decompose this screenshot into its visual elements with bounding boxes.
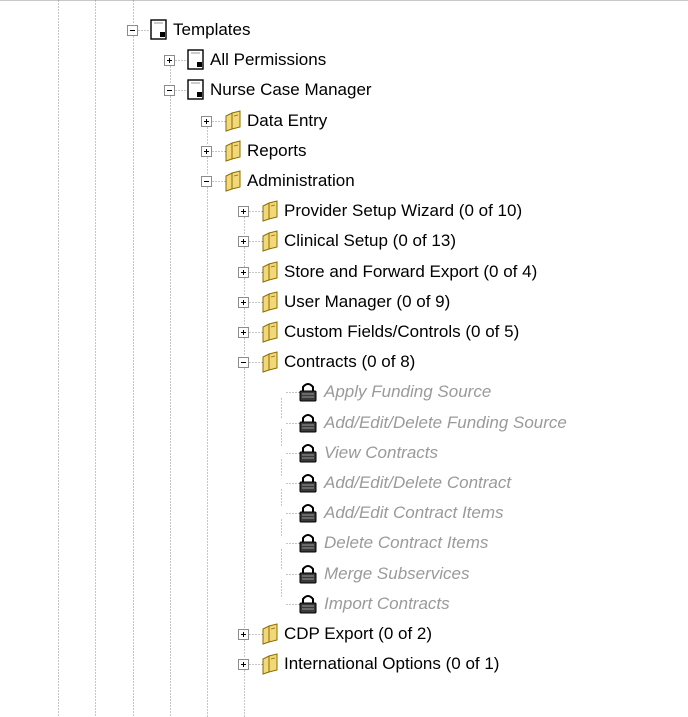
expand-plus-icon[interactable] (238, 327, 249, 338)
tree-node-label[interactable]: Clinical Setup (0 of 13) (284, 231, 456, 251)
tree-node[interactable]: Nurse Case Manager (164, 75, 688, 105)
tree-node-label[interactable]: Apply Funding Source (324, 382, 491, 402)
tree-node-label[interactable]: Add/Edit/Delete Contract (324, 473, 511, 493)
tree-node-label[interactable]: Contracts (0 of 8) (284, 352, 415, 372)
document-icon (149, 19, 169, 46)
tree-node-label[interactable]: International Options (0 of 1) (284, 654, 499, 674)
lock-icon (297, 593, 319, 620)
expand-plus-icon[interactable] (238, 297, 249, 308)
tree-node[interactable]: Apply Funding Source (275, 377, 688, 407)
tree-node-label[interactable]: Templates (173, 20, 250, 40)
tree-node[interactable]: Clinical Setup (0 of 13) (238, 226, 688, 256)
tree-node[interactable]: Contracts (0 of 8) (238, 347, 688, 377)
tree-node[interactable]: Reports (201, 136, 688, 166)
expand-plus-icon[interactable] (164, 55, 175, 66)
folder-icon (260, 321, 280, 348)
tree-node-label[interactable]: Add/Edit/Delete Funding Source (324, 413, 567, 433)
folder-icon (223, 170, 243, 197)
permissions-tree[interactable]: Templates All Permissions Nurse Case Manag… (0, 0, 688, 717)
lock-icon (297, 563, 319, 590)
tree-node[interactable]: Data Entry (201, 106, 688, 136)
tree-node-label[interactable]: Delete Contract Items (324, 533, 488, 553)
tree-node-label[interactable]: All Permissions (210, 50, 326, 70)
tree-node[interactable]: Import Contracts (275, 589, 688, 619)
tree-node[interactable]: CDP Export (0 of 2) (238, 619, 688, 649)
lock-icon (297, 532, 319, 559)
folder-icon (260, 261, 280, 288)
lock-icon (297, 412, 319, 439)
tree-node[interactable]: International Options (0 of 1) (238, 649, 688, 679)
collapse-minus-icon[interactable] (238, 357, 249, 368)
lock-icon (297, 442, 319, 469)
folder-icon (223, 110, 243, 137)
tree-node[interactable]: Merge Subservices (275, 559, 688, 589)
folder-icon (260, 351, 280, 378)
document-icon (186, 49, 206, 76)
folder-icon (260, 623, 280, 650)
tree-node-label[interactable]: Nurse Case Manager (210, 80, 372, 100)
folder-icon (260, 291, 280, 318)
tree-node[interactable]: Add/Edit/Delete Funding Source (275, 408, 688, 438)
tree-node[interactable]: Add/Edit/Delete Contract (275, 468, 688, 498)
tree-node-label[interactable]: Store and Forward Export (0 of 4) (284, 262, 537, 282)
tree-node[interactable]: User Manager (0 of 9) (238, 287, 688, 317)
expand-plus-icon[interactable] (238, 629, 249, 640)
expand-plus-icon[interactable] (238, 267, 249, 278)
tree-node-label[interactable]: Custom Fields/Controls (0 of 5) (284, 322, 519, 342)
tree-node-label[interactable]: Data Entry (247, 111, 327, 131)
tree-node-label[interactable]: View Contracts (324, 443, 438, 463)
collapse-minus-icon[interactable] (164, 85, 175, 96)
folder-icon (260, 653, 280, 680)
lock-icon (297, 381, 319, 408)
collapse-minus-icon[interactable] (127, 25, 138, 36)
tree-node[interactable]: Delete Contract Items (275, 528, 688, 558)
tree-node[interactable]: Custom Fields/Controls (0 of 5) (238, 317, 688, 347)
collapse-minus-icon[interactable] (201, 176, 212, 187)
tree-node[interactable]: View Contracts (275, 438, 688, 468)
tree-node-label[interactable]: CDP Export (0 of 2) (284, 624, 432, 644)
expand-plus-icon[interactable] (238, 236, 249, 247)
expand-plus-icon[interactable] (201, 146, 212, 157)
tree-node-label[interactable]: Import Contracts (324, 594, 450, 614)
expand-plus-icon[interactable] (201, 116, 212, 127)
tree-node-label[interactable]: Merge Subservices (324, 564, 470, 584)
tree-node-label[interactable]: Provider Setup Wizard (0 of 10) (284, 201, 522, 221)
tree-node[interactable]: Templates (127, 15, 688, 45)
tree-node[interactable]: Provider Setup Wizard (0 of 10) (238, 196, 688, 226)
tree-node[interactable]: All Permissions (164, 45, 688, 75)
tree-node[interactable]: Store and Forward Export (0 of 4) (238, 257, 688, 287)
tree-node-label[interactable]: User Manager (0 of 9) (284, 292, 450, 312)
tree-node-label[interactable]: Reports (247, 141, 307, 161)
lock-icon (297, 472, 319, 499)
document-icon (186, 79, 206, 106)
folder-icon (260, 200, 280, 227)
folder-icon (260, 230, 280, 257)
tree-node[interactable]: Add/Edit Contract Items (275, 498, 688, 528)
tree-node[interactable]: Administration (201, 166, 688, 196)
expand-plus-icon[interactable] (238, 659, 249, 670)
tree-node-label[interactable]: Add/Edit Contract Items (324, 503, 504, 523)
tree-node-label[interactable]: Administration (247, 171, 355, 191)
expand-plus-icon[interactable] (238, 206, 249, 217)
lock-icon (297, 502, 319, 529)
folder-icon (223, 140, 243, 167)
